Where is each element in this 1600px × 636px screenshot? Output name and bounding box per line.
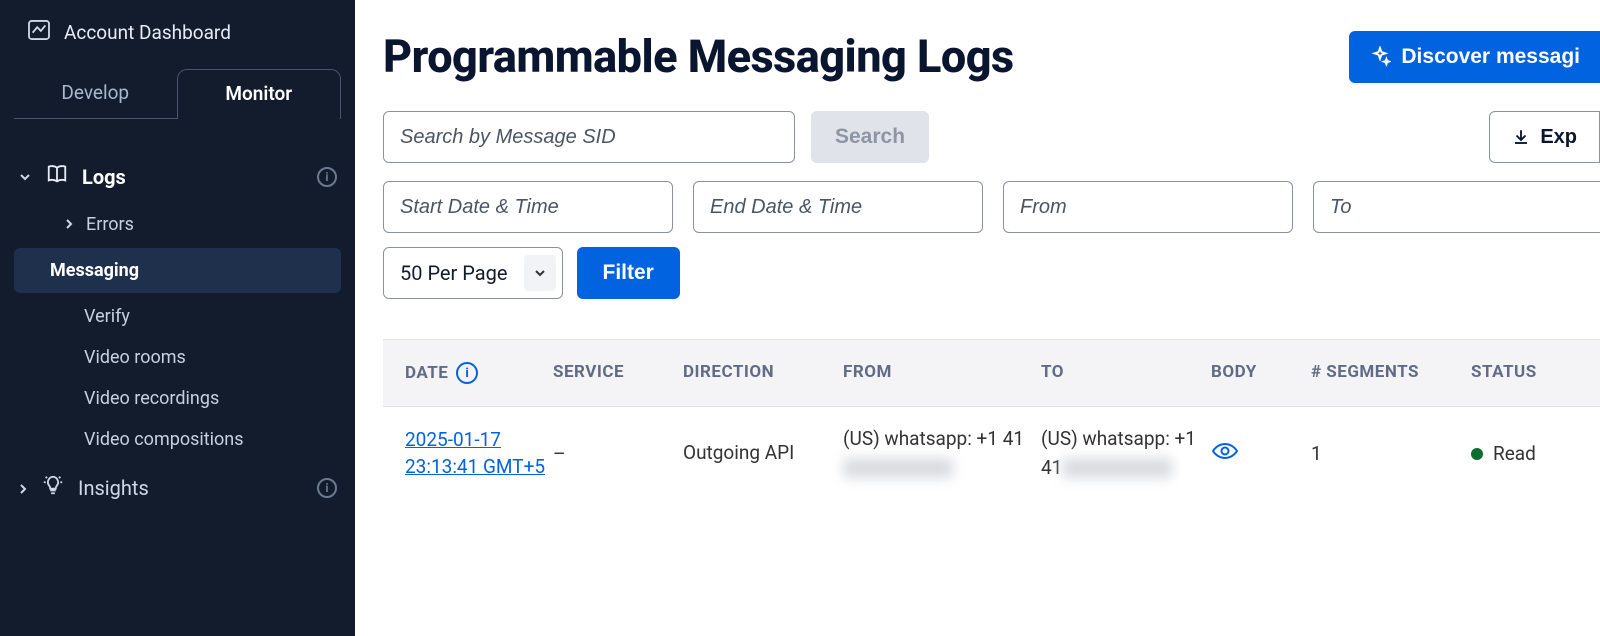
cell-service: – [553,442,683,465]
cell-segments: 1 [1311,442,1471,465]
col-from-label: FROM [843,362,1041,384]
nav-group-insights[interactable]: Insights i [0,460,355,515]
download-icon [1512,128,1530,146]
logs-table-header: DATE i SERVICE DIRECTION FROM TO BODY # … [383,339,1600,407]
chevron-down-icon [18,165,32,189]
lightbulb-icon [42,474,64,501]
nav-group-logs[interactable]: Logs i [0,149,355,204]
nav-video-rooms[interactable]: Video rooms [0,337,355,378]
book-icon [46,163,68,190]
nav-logs-label: Logs [82,165,303,189]
col-body-label: BODY [1211,362,1311,384]
page-header: Programmable Messaging Logs Discover mes… [383,30,1600,83]
col-to-label: TO [1041,362,1211,384]
info-icon[interactable]: i [317,478,337,498]
nav-messaging[interactable]: Messaging [14,248,341,293]
chevron-right-icon [64,214,74,235]
cell-body [1211,441,1311,466]
col-direction-label: DIRECTION [683,362,843,384]
sidebar: Account Dashboard Develop Monitor Logs i… [0,0,355,636]
redacted-number [843,458,953,478]
chevron-down-icon [524,255,556,291]
main-content: Programmable Messaging Logs Discover mes… [355,0,1600,636]
sidebar-nav: Logs i Errors Messaging Verify Video roo… [0,119,355,515]
table-row: 2025-01-17 23:13:41 GMT+5 – Outgoing API… [383,407,1600,500]
col-status-label: STATUS [1471,362,1581,384]
redacted-number [1062,458,1172,478]
monitor-tab[interactable]: Monitor [177,69,342,119]
search-button[interactable]: Search [811,111,929,163]
log-date-link[interactable]: 2025-01-17 23:13:41 GMT+5 [405,427,553,480]
from-input[interactable] [1003,181,1293,233]
info-icon[interactable]: i [317,167,337,187]
nav-errors[interactable]: Errors [0,204,355,245]
page-title: Programmable Messaging Logs [383,30,1014,83]
per-page-select[interactable]: 50 Per Page [383,247,563,299]
col-segments-label: # SEGMENTS [1311,362,1471,384]
filter-row-sid: Search Exp [383,111,1600,163]
filter-row-dates [383,181,1600,233]
export-button[interactable]: Exp [1489,111,1600,163]
account-dashboard-link[interactable]: Account Dashboard [0,0,355,69]
sparkle-icon [1369,46,1391,68]
cell-direction: Outgoing API [683,439,843,468]
col-date-label: DATE [405,363,448,383]
nav-verify[interactable]: Verify [0,296,355,337]
sidebar-tabs: Develop Monitor [0,69,355,119]
nav-insights-label: Insights [78,476,303,500]
filter-row-actions: 50 Per Page Filter [383,247,1600,299]
chevron-right-icon [18,476,28,500]
nav-video-compositions[interactable]: Video compositions [0,419,355,460]
nav-video-recordings[interactable]: Video recordings [0,378,355,419]
message-sid-input[interactable] [383,111,795,163]
info-icon[interactable]: i [456,362,478,384]
filter-button[interactable]: Filter [577,247,680,299]
col-service-label: SERVICE [553,362,683,384]
develop-tab[interactable]: Develop [14,69,177,119]
dashboard-chart-icon [28,20,50,45]
end-date-input[interactable] [693,181,983,233]
cell-from: (US) whatsapp: +1 41 [843,425,1041,482]
status-dot-icon [1471,448,1483,460]
view-body-icon[interactable] [1211,443,1239,466]
discover-messaging-button[interactable]: Discover messagi [1349,31,1600,83]
account-dashboard-label: Account Dashboard [64,21,231,44]
start-date-input[interactable] [383,181,673,233]
to-input[interactable] [1313,181,1600,233]
cell-to: (US) whatsapp: +1 41 [1041,425,1211,482]
cell-status: Read [1471,442,1581,465]
